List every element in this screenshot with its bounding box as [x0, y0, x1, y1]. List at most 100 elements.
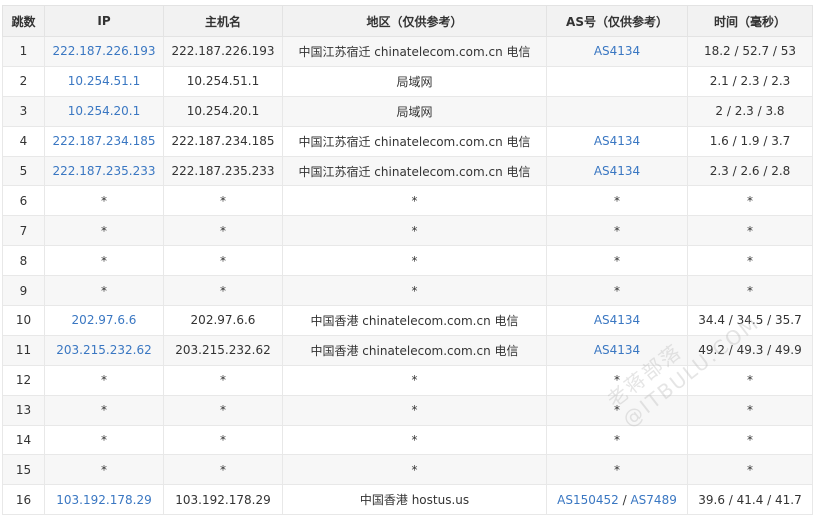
ip-cell: *	[44, 454, 164, 486]
as-text: *	[614, 253, 620, 268]
hostname-cell-text: *	[220, 193, 226, 208]
hop-cell: 16	[2, 484, 45, 516]
hostname-cell-text: *	[220, 373, 226, 388]
region-cell-text: 中国江苏宿迁 chinatelecom.com.cn 电信	[298, 44, 531, 59]
region-cell: *	[282, 424, 547, 456]
header-region: 地区（仅供参考）	[282, 5, 547, 37]
hop-cell: 2	[2, 65, 45, 97]
header-hop: 跳数	[2, 5, 45, 37]
time-cell: *	[687, 394, 813, 426]
ip-cell-text: *	[101, 433, 107, 448]
hop-cell-text: 3	[19, 104, 28, 119]
as-link[interactable]: AS4134	[594, 343, 640, 357]
as-text: *	[614, 373, 620, 388]
hostname-cell-text: *	[220, 223, 226, 238]
ip-cell: 203.215.232.62	[44, 334, 164, 366]
time-cell-text: *	[747, 403, 753, 418]
hop-cell-text: 7	[19, 223, 28, 238]
hop-cell: 10	[2, 305, 45, 336]
as-separator: /	[618, 492, 631, 507]
hostname-cell-text: *	[220, 253, 226, 268]
traceroute-table: 跳数 IP 主机名 地区（仅供参考） AS号（仅供参考） 时间（毫秒） 1 222…	[2, 5, 813, 516]
as-cell: *	[546, 275, 688, 307]
time-cell-text: *	[747, 283, 753, 298]
as-text: *	[614, 193, 620, 208]
hostname-cell-text: *	[220, 433, 226, 448]
table-row: 3 10.254.20.1 10.254.20.1 局域网 2 / 2.3 / 3.8	[2, 95, 813, 127]
region-cell-text: *	[411, 223, 418, 238]
as-cell: *	[546, 364, 688, 396]
region-cell-text: *	[411, 373, 418, 388]
hostname-cell: *	[163, 454, 283, 486]
hop-cell: 9	[2, 275, 45, 307]
as-link[interactable]: AS150452	[557, 493, 619, 507]
hostname-cell: *	[163, 245, 283, 277]
table-row: 10 202.97.6.6 202.97.6.6 中国香港 chinatelecom.…	[2, 305, 813, 336]
time-cell: *	[687, 215, 813, 247]
table-header-row: 跳数 IP 主机名 地区（仅供参考） AS号（仅供参考） 时间（毫秒）	[2, 5, 813, 37]
ip-cell-text: *	[101, 253, 107, 268]
hop-cell-text: 8	[19, 253, 28, 268]
region-cell: *	[282, 454, 547, 486]
ip-cell-text[interactable]: 222.187.235.233	[52, 164, 155, 178]
hostname-cell: *	[163, 424, 283, 456]
as-cell: *	[546, 245, 688, 277]
as-link[interactable]: AS4134	[594, 164, 640, 178]
hop-cell: 12	[2, 364, 45, 396]
time-cell-text: *	[747, 462, 753, 477]
ip-cell: 222.187.234.185	[44, 125, 164, 157]
hop-cell-text: 5	[19, 164, 28, 178]
time-cell-text: *	[747, 433, 753, 448]
time-cell-text: 2.1 / 2.3 / 2.3	[709, 74, 791, 89]
region-cell-text: *	[411, 253, 418, 268]
table-row: 5 222.187.235.233 222.187.235.233 中国江苏宿迁 ch…	[2, 155, 813, 187]
hostname-cell: *	[163, 394, 283, 426]
hostname-cell: *	[163, 185, 283, 217]
ip-cell-text[interactable]: 10.254.51.1	[68, 74, 141, 88]
header-hostname: 主机名	[163, 5, 283, 37]
hostname-cell: 10.254.20.1	[163, 95, 283, 127]
region-cell-text: *	[411, 193, 418, 208]
table-row: 14 * * * * *	[2, 424, 813, 456]
ip-cell-text[interactable]: 202.97.6.6	[72, 313, 137, 327]
time-cell: *	[687, 424, 813, 456]
time-cell: 2.1 / 2.3 / 2.3	[687, 65, 813, 97]
time-cell-text: *	[747, 193, 753, 208]
hop-cell: 1	[2, 36, 45, 67]
as-link[interactable]: AS7489	[630, 493, 676, 507]
region-cell: *	[282, 185, 547, 217]
ip-cell: 10.254.20.1	[44, 95, 164, 127]
ip-cell-text[interactable]: 10.254.20.1	[68, 104, 141, 118]
hostname-cell: *	[163, 275, 283, 307]
region-cell-text: 局域网	[396, 104, 433, 119]
hop-cell-text: 13	[15, 403, 32, 418]
ip-cell-text[interactable]: 222.187.226.193	[52, 44, 155, 58]
ip-cell: *	[44, 185, 164, 217]
as-cell	[546, 65, 688, 97]
ip-cell-text[interactable]: 103.192.178.29	[56, 493, 151, 507]
ip-cell-text: *	[101, 223, 107, 238]
region-cell: 中国江苏宿迁 chinatelecom.com.cn 电信	[282, 155, 547, 187]
as-cell	[546, 95, 688, 127]
header-ip: IP	[44, 5, 164, 37]
ip-cell-text[interactable]: 222.187.234.185	[52, 134, 155, 148]
time-cell: 1.6 / 1.9 / 3.7	[687, 125, 813, 157]
region-cell-text: 中国香港 chinatelecom.com.cn 电信	[310, 313, 519, 328]
ip-cell-text[interactable]: 203.215.232.62	[56, 343, 151, 357]
hostname-cell-text: *	[220, 283, 226, 298]
as-text: *	[614, 403, 620, 418]
hop-cell-text: 14	[15, 433, 32, 448]
as-cell: *	[546, 215, 688, 247]
as-cell: AS4134	[546, 305, 688, 336]
time-cell-text: *	[747, 253, 753, 268]
time-cell: 2.3 / 2.6 / 2.8	[687, 155, 813, 187]
as-text: *	[614, 283, 620, 298]
as-cell: AS4134	[546, 125, 688, 157]
ip-cell: *	[44, 424, 164, 456]
time-cell: *	[687, 364, 813, 396]
table-row: 9 * * * * *	[2, 275, 813, 307]
region-cell-text: 中国江苏宿迁 chinatelecom.com.cn 电信	[298, 164, 531, 179]
as-link[interactable]: AS4134	[594, 134, 640, 148]
as-link[interactable]: AS4134	[594, 313, 640, 327]
as-link[interactable]: AS4134	[594, 44, 640, 58]
